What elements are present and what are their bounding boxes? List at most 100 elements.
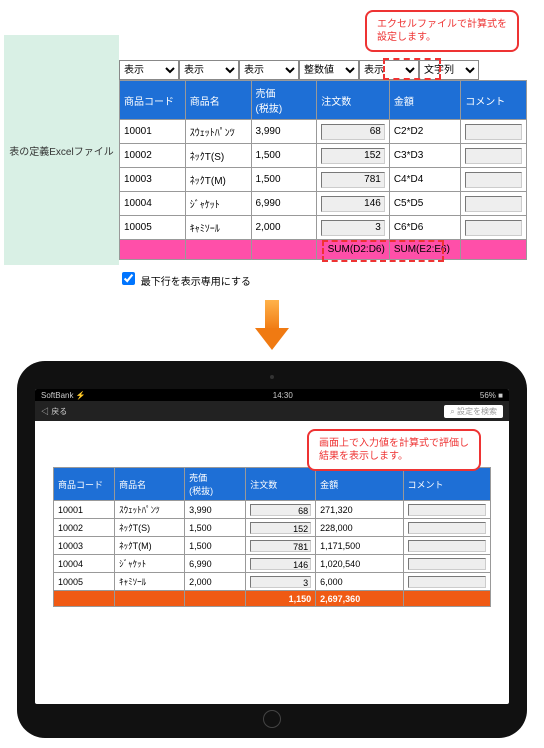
callout-line: 結果を表示します。 bbox=[319, 451, 408, 462]
th-amount: 金額 bbox=[316, 468, 403, 501]
cell-amount: C2*D2 bbox=[389, 120, 460, 144]
th-comment: コメント bbox=[403, 468, 490, 501]
cell-amount: 6,000 bbox=[316, 573, 403, 591]
cell-code: 10004 bbox=[120, 192, 186, 216]
status-time: 14:30 bbox=[273, 391, 293, 400]
cell: ｽｳｪｯﾄﾊﾟﾝﾂ bbox=[115, 501, 185, 519]
cell: ﾈｯｸT(M) bbox=[115, 537, 185, 555]
callout-result: 画面上で入力値を計算式で評価し 結果を表示します。 bbox=[307, 429, 481, 471]
cell-comment[interactable] bbox=[403, 519, 490, 537]
cell: 10005 bbox=[54, 573, 115, 591]
cell-price: 3,990 bbox=[251, 120, 317, 144]
checkbox-label: 最下行を表示専用にする bbox=[141, 277, 251, 288]
table-row: 10003 ﾈｯｸT(M) 1,500 781 C4*D4 bbox=[120, 168, 527, 192]
cell-amount: C3*D3 bbox=[389, 144, 460, 168]
cell-qty[interactable]: 68 bbox=[246, 501, 316, 519]
th-comment: コメント bbox=[461, 81, 527, 120]
cell-name: ﾈｯｸT(M) bbox=[185, 168, 251, 192]
cell-qty[interactable]: 146 bbox=[317, 192, 390, 216]
search-input[interactable]: ⌕ 設定を検索 bbox=[444, 405, 503, 418]
table-row: 10001 ｽｳｪｯﾄﾊﾟﾝﾂ 3,990 68 C2*D2 bbox=[120, 120, 527, 144]
app-toolbar: ◁ 戻る ⌕ 設定を検索 bbox=[35, 401, 509, 421]
home-button[interactable] bbox=[263, 710, 281, 728]
coltype-select-2[interactable]: 表示 bbox=[239, 60, 299, 80]
cell-qty[interactable]: 152 bbox=[246, 519, 316, 537]
last-row-display-only-checkbox[interactable]: 最下行を表示専用にする bbox=[118, 277, 251, 288]
th-code: 商品コード bbox=[120, 81, 186, 120]
cell-code: 10002 bbox=[120, 144, 186, 168]
cell-amount: C5*D5 bbox=[389, 192, 460, 216]
cell-code: 10001 bbox=[120, 120, 186, 144]
cell: 10001 bbox=[54, 501, 115, 519]
cell-amount: 228,000 bbox=[316, 519, 403, 537]
th-name: 商品名 bbox=[185, 81, 251, 120]
back-button[interactable]: ◁ 戻る bbox=[41, 406, 67, 417]
th-price: 売価 (税抜) bbox=[185, 468, 246, 501]
cell: 1,500 bbox=[185, 519, 246, 537]
callout-excel-formula: エクセルファイルで計算式を 設定します。 bbox=[365, 10, 519, 52]
cell-qty[interactable]: 146 bbox=[246, 555, 316, 573]
sum-qty: SUM(D2:D6) bbox=[317, 240, 390, 260]
sum-row: SUM(D2:D6) SUM(E2:E6) bbox=[120, 240, 527, 260]
cell: ｷｬﾐｿｰﾙ bbox=[115, 573, 185, 591]
cell-price: 1,500 bbox=[251, 144, 317, 168]
callout-line: 設定します。 bbox=[377, 32, 436, 43]
cell: 3,990 bbox=[185, 501, 246, 519]
th-amount: 金額 bbox=[389, 81, 460, 120]
cell: 10002 bbox=[54, 519, 115, 537]
cell-name: ｷｬﾐｿｰﾙ bbox=[185, 216, 251, 240]
cell-qty[interactable]: 152 bbox=[317, 144, 390, 168]
total-row: 1,150 2,697,360 bbox=[54, 591, 491, 607]
cell-comment[interactable] bbox=[403, 555, 490, 573]
cell-comment[interactable] bbox=[461, 168, 527, 192]
total-amount: 2,697,360 bbox=[316, 591, 403, 607]
cell-comment[interactable] bbox=[461, 144, 527, 168]
coltype-select-1[interactable]: 表示 bbox=[179, 60, 239, 80]
down-arrow-icon bbox=[0, 292, 544, 361]
coltype-select-0[interactable]: 表示 bbox=[119, 60, 179, 80]
cell-qty[interactable]: 68 bbox=[317, 120, 390, 144]
table-row: 10005 ｷｬﾐｿｰﾙ 2,000 3 6,000 bbox=[54, 573, 491, 591]
cell-comment[interactable] bbox=[403, 501, 490, 519]
cell-price: 2,000 bbox=[251, 216, 317, 240]
sum-amount: SUM(E2:E6) bbox=[389, 240, 460, 260]
cell: ﾈｯｸT(S) bbox=[115, 519, 185, 537]
cell-comment[interactable] bbox=[403, 537, 490, 555]
cell: 10003 bbox=[54, 537, 115, 555]
coltype-select-3[interactable]: 整数値 bbox=[299, 60, 359, 80]
cell-name: ｽｳｪｯﾄﾊﾟﾝﾂ bbox=[185, 120, 251, 144]
coltype-select-5[interactable]: 文字列 bbox=[419, 60, 479, 80]
cell: 10004 bbox=[54, 555, 115, 573]
cell: 1,500 bbox=[185, 537, 246, 555]
table-row: 10002 ﾈｯｸT(S) 1,500 152 228,000 bbox=[54, 519, 491, 537]
status-battery: 56% ■ bbox=[480, 391, 503, 400]
cell-comment[interactable] bbox=[403, 573, 490, 591]
cell-price: 6,990 bbox=[251, 192, 317, 216]
cell-qty[interactable]: 781 bbox=[246, 537, 316, 555]
cell-qty[interactable]: 3 bbox=[317, 216, 390, 240]
table-row: 10004 ｼﾞｬｹｯﾄ 6,990 146 C5*D5 bbox=[120, 192, 527, 216]
th-code: 商品コード bbox=[54, 468, 115, 501]
th-qty: 注文数 bbox=[317, 81, 390, 120]
th-name: 商品名 bbox=[115, 468, 185, 501]
total-qty: 1,150 bbox=[246, 591, 316, 607]
status-bar: SoftBank ⚡ 14:30 56% ■ bbox=[35, 389, 509, 401]
definition-table: 商品コード 商品名 売価 (税抜) 注文数 金額 コメント 10001 ｽｳｪｯ… bbox=[119, 80, 527, 260]
coltype-select-4[interactable]: 表示 bbox=[359, 60, 419, 80]
cell-comment[interactable] bbox=[461, 216, 527, 240]
cell-amount: 271,320 bbox=[316, 501, 403, 519]
th-price: 売価 (税抜) bbox=[251, 81, 317, 120]
cell-amount: 1,020,540 bbox=[316, 555, 403, 573]
cell-qty[interactable]: 3 bbox=[246, 573, 316, 591]
cell-code: 10005 bbox=[120, 216, 186, 240]
table-row: 10005 ｷｬﾐｿｰﾙ 2,000 3 C6*D6 bbox=[120, 216, 527, 240]
cell-name: ｼﾞｬｹｯﾄ bbox=[185, 192, 251, 216]
cell-comment[interactable] bbox=[461, 120, 527, 144]
cell: 6,990 bbox=[185, 555, 246, 573]
tablet-mockup: SoftBank ⚡ 14:30 56% ■ ◁ 戻る ⌕ 設定を検索 画面上で… bbox=[17, 361, 527, 738]
callout-line: 画面上で入力値を計算式で評価し bbox=[319, 438, 469, 449]
cell-qty[interactable]: 781 bbox=[317, 168, 390, 192]
cell: ｼﾞｬｹｯﾄ bbox=[115, 555, 185, 573]
table-row: 10002 ﾈｯｸT(S) 1,500 152 C3*D3 bbox=[120, 144, 527, 168]
cell-comment[interactable] bbox=[461, 192, 527, 216]
